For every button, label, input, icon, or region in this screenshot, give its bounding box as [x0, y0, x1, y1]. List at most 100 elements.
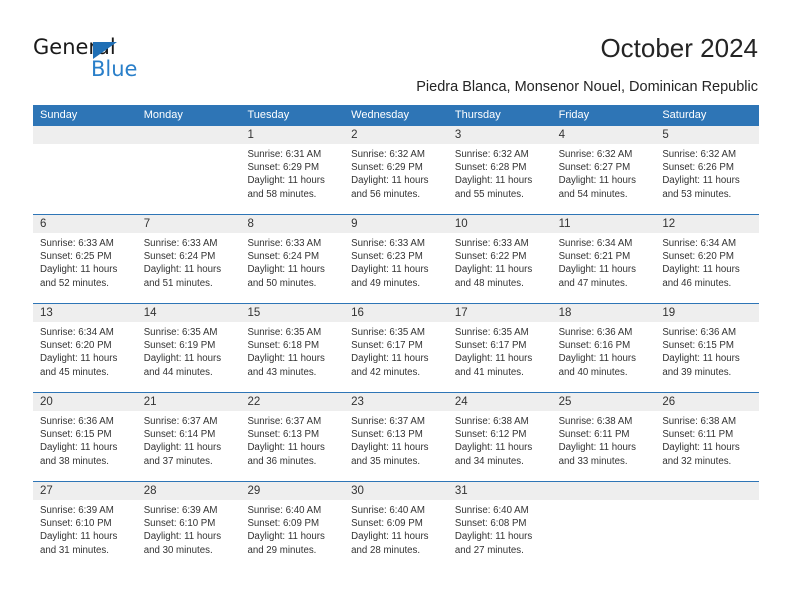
daylight-text-line1: Daylight: 11 hours — [454, 353, 533, 365]
day-number[interactable]: 3 — [448, 126, 552, 144]
day-number[interactable]: 24 — [448, 393, 552, 411]
day-number[interactable]: 31 — [448, 482, 552, 500]
daylight-text-line2: and 40 minutes. — [558, 366, 628, 378]
sunrise-text: Sunrise: 6:32 AM — [558, 149, 633, 160]
day-number[interactable]: 1 — [240, 126, 344, 144]
daylight-text-line1: Daylight: 11 hours — [143, 442, 222, 454]
day-number[interactable] — [137, 126, 241, 144]
day-number[interactable]: 25 — [552, 393, 656, 411]
day-number[interactable] — [552, 482, 656, 500]
day-cell: Sunrise: 6:39 AM Sunset: 6:10 PM Dayligh… — [33, 500, 137, 570]
day-number[interactable] — [33, 126, 137, 144]
day-number[interactable]: 12 — [655, 215, 759, 233]
daylight-text-line2: and 54 minutes. — [558, 188, 628, 200]
day-cell: Sunrise: 6:33 AM Sunset: 6:22 PM Dayligh… — [448, 233, 552, 303]
sunrise-text: Sunrise: 6:33 AM — [454, 238, 529, 249]
day-number[interactable]: 17 — [448, 304, 552, 322]
day-number[interactable]: 15 — [240, 304, 344, 322]
day-number[interactable]: 9 — [344, 215, 448, 233]
calendar-page: General Blue October 2024 Piedra Blanca,… — [0, 0, 792, 612]
sunrise-text: Sunrise: 6:40 AM — [351, 505, 425, 516]
day-cell: Sunrise: 6:40 AM Sunset: 6:09 PM Dayligh… — [344, 500, 448, 570]
daylight-text-line2: and 30 minutes. — [143, 544, 213, 556]
day-cell: Sunrise: 6:35 AM Sunset: 6:19 PM Dayligh… — [137, 322, 241, 392]
sunrise-text: Sunrise: 6:36 AM — [558, 327, 633, 338]
sunrise-text: Sunrise: 6:39 AM — [143, 505, 218, 516]
sunrise-text: Sunrise: 6:33 AM — [351, 238, 425, 249]
day-cell: Sunrise: 6:40 AM Sunset: 6:09 PM Dayligh… — [240, 500, 344, 570]
sunset-text: Sunset: 6:09 PM — [351, 518, 423, 530]
day-number[interactable]: 6 — [33, 215, 137, 233]
day-cell: Sunrise: 6:32 AM Sunset: 6:26 PM Dayligh… — [655, 144, 759, 214]
day-cell: Sunrise: 6:40 AM Sunset: 6:08 PM Dayligh… — [448, 500, 552, 570]
daylight-text-line1: Daylight: 11 hours — [662, 175, 740, 187]
sunrise-text: Sunrise: 6:37 AM — [351, 416, 425, 427]
day-number[interactable]: 16 — [344, 304, 448, 322]
day-number[interactable]: 10 — [448, 215, 552, 233]
day-cell: Sunrise: 6:31 AM Sunset: 6:29 PM Dayligh… — [240, 144, 344, 214]
day-number[interactable]: 22 — [240, 393, 344, 411]
sunrise-text: Sunrise: 6:35 AM — [247, 327, 322, 338]
sunrise-text: Sunrise: 6:34 AM — [558, 238, 633, 249]
day-cell — [552, 500, 656, 570]
daylight-text-line2: and 56 minutes. — [351, 188, 421, 200]
daylight-text-line2: and 32 minutes. — [662, 455, 732, 467]
week-day-numbers: 27 28 29 30 31 — [33, 482, 759, 500]
calendar-week-row: 1 2 3 4 5 Sunrise: 6:31 AM Sunset: 6:29 … — [33, 125, 759, 214]
daylight-text-line1: Daylight: 11 hours — [351, 264, 429, 276]
day-number[interactable]: 20 — [33, 393, 137, 411]
daylight-text-line1: Daylight: 11 hours — [247, 353, 325, 365]
daylight-text-line2: and 31 minutes. — [40, 544, 109, 556]
day-number[interactable]: 8 — [240, 215, 344, 233]
day-number[interactable]: 21 — [137, 393, 241, 411]
day-cell: Sunrise: 6:37 AM Sunset: 6:13 PM Dayligh… — [344, 411, 448, 481]
weekday-header-monday: Monday — [143, 109, 183, 121]
daylight-text-line2: and 53 minutes. — [662, 188, 732, 200]
day-number[interactable]: 29 — [240, 482, 344, 500]
daylight-text-line1: Daylight: 11 hours — [143, 353, 222, 365]
day-number[interactable]: 19 — [655, 304, 759, 322]
day-number[interactable]: 2 — [344, 126, 448, 144]
day-cell: Sunrise: 6:33 AM Sunset: 6:24 PM Dayligh… — [137, 233, 241, 303]
week-day-numbers: 13 14 15 16 17 18 19 — [33, 304, 759, 322]
day-cell — [33, 144, 137, 214]
day-cell: Sunrise: 6:34 AM Sunset: 6:20 PM Dayligh… — [655, 233, 759, 303]
sunrise-text: Sunrise: 6:37 AM — [247, 416, 322, 427]
daylight-text-line2: and 39 minutes. — [662, 366, 732, 378]
day-number[interactable]: 7 — [137, 215, 241, 233]
daylight-text-line2: and 49 minutes. — [351, 277, 421, 289]
day-number[interactable]: 30 — [344, 482, 448, 500]
day-number[interactable]: 27 — [33, 482, 137, 500]
day-number[interactable]: 13 — [33, 304, 137, 322]
day-number[interactable]: 23 — [344, 393, 448, 411]
day-number[interactable]: 14 — [137, 304, 241, 322]
daylight-text-line1: Daylight: 11 hours — [454, 175, 533, 187]
sunset-text: Sunset: 6:22 PM — [454, 251, 527, 263]
sunset-text: Sunset: 6:19 PM — [143, 340, 216, 352]
daylight-text-line1: Daylight: 11 hours — [351, 353, 429, 365]
general-blue-logo[interactable]: General Blue — [33, 36, 203, 84]
daylight-text-line1: Daylight: 11 hours — [558, 264, 636, 276]
sunset-text: Sunset: 6:11 PM — [558, 429, 630, 441]
day-number[interactable] — [655, 482, 759, 500]
daylight-text-line2: and 47 minutes. — [558, 277, 628, 289]
day-cell: Sunrise: 6:33 AM Sunset: 6:24 PM Dayligh… — [240, 233, 344, 303]
sunrise-text: Sunrise: 6:38 AM — [662, 416, 737, 427]
daylight-text-line2: and 48 minutes. — [454, 277, 524, 289]
daylight-text-line2: and 33 minutes. — [558, 455, 628, 467]
day-number[interactable]: 5 — [655, 126, 759, 144]
sunrise-text: Sunrise: 6:38 AM — [558, 416, 633, 427]
sunrise-text: Sunrise: 6:36 AM — [40, 416, 114, 427]
day-cell: Sunrise: 6:34 AM Sunset: 6:20 PM Dayligh… — [33, 322, 137, 392]
day-number[interactable]: 28 — [137, 482, 241, 500]
day-cell: Sunrise: 6:36 AM Sunset: 6:15 PM Dayligh… — [655, 322, 759, 392]
day-number[interactable]: 11 — [552, 215, 656, 233]
day-number[interactable]: 26 — [655, 393, 759, 411]
day-number[interactable]: 18 — [552, 304, 656, 322]
sunrise-text: Sunrise: 6:34 AM — [662, 238, 737, 249]
calendar-week-row: 13 14 15 16 17 18 19 Sunrise: 6:34 AM Su… — [33, 303, 759, 392]
sunset-text: Sunset: 6:21 PM — [558, 251, 631, 263]
day-number[interactable]: 4 — [552, 126, 656, 144]
sunrise-text: Sunrise: 6:39 AM — [40, 505, 114, 516]
daylight-text-line1: Daylight: 11 hours — [558, 175, 636, 187]
